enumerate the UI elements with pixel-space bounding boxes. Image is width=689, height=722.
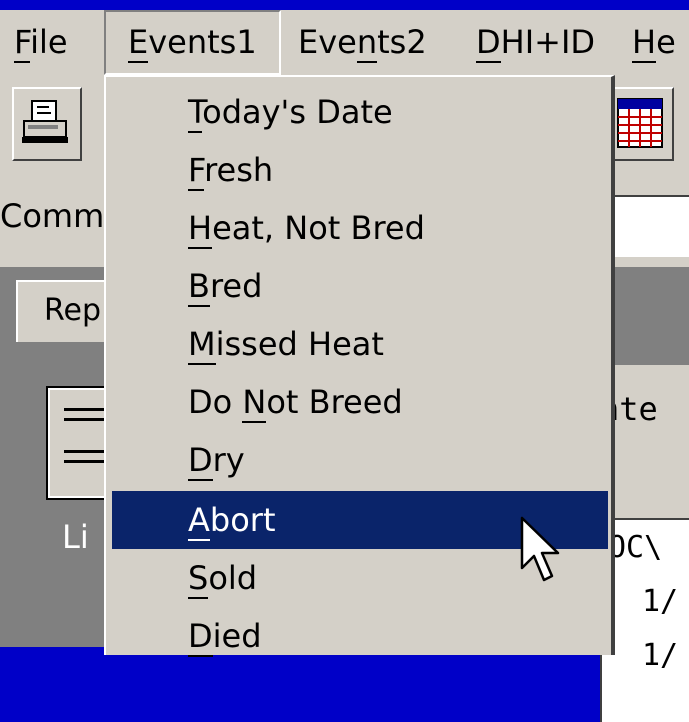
menu-help-hotkey: H xyxy=(632,23,657,63)
menu-events1[interactable]: Events1 xyxy=(104,10,281,75)
menu-events2[interactable]: Events2 xyxy=(298,10,427,75)
command-label: Comm xyxy=(0,197,105,235)
menu-item-heat-not-bred[interactable]: Heat, Not Bred xyxy=(112,199,608,257)
menu-item-text-rest: ied xyxy=(212,617,262,655)
list-report-icon[interactable] xyxy=(46,386,114,500)
listing-row: 1/ xyxy=(642,638,679,673)
menu-item-hotkey: B xyxy=(188,267,210,307)
menu-file-hotkey: F xyxy=(14,23,31,63)
menu-help-text-rest: e xyxy=(656,23,676,61)
menu-item-text-rest: eat, Not Bred xyxy=(212,209,425,247)
menu-help[interactable]: He xyxy=(632,10,676,75)
menu-events1-text-rest: vents1 xyxy=(148,23,257,61)
menu-dhi-id[interactable]: DHI+ID xyxy=(476,10,595,75)
menu-item-text-rest: bort xyxy=(209,501,276,539)
menu-item-hotkey: N xyxy=(242,383,267,423)
menu-item-text-rest: ot Breed xyxy=(266,383,403,421)
mouse-pointer-icon xyxy=(520,516,560,582)
menu-item-text-rest: red xyxy=(209,267,263,305)
calendar-icon xyxy=(617,98,663,148)
path-text: OC\ xyxy=(608,530,663,565)
command-input[interactable] xyxy=(610,195,689,257)
menu-item-hotkey: T xyxy=(188,93,203,133)
menu-dhi-id-hotkey: D xyxy=(476,23,501,63)
menu-events1-hotkey: E xyxy=(128,23,149,63)
menu-bar: File Events1 Events2 DHI+ID He xyxy=(0,10,689,75)
menu-events2-hotkey: n xyxy=(356,23,378,63)
menu-item-text: Do xyxy=(188,383,243,421)
print-button[interactable] xyxy=(12,87,82,161)
menu-events2-text: Eve xyxy=(298,23,357,61)
menu-item-hotkey: S xyxy=(188,559,209,599)
menu-file-text-rest: ile xyxy=(30,23,68,61)
menu-item-hotkey: M xyxy=(188,325,216,365)
menu-item-missed-heat[interactable]: Missed Heat xyxy=(112,315,608,373)
menu-item-text-rest: ry xyxy=(212,441,245,479)
list-report-label: Li xyxy=(62,518,89,556)
menu-item-bred[interactable]: Bred xyxy=(112,257,608,315)
menu-item-fresh[interactable]: Fresh xyxy=(112,141,608,199)
menu-item-todays-date[interactable]: Today's Date xyxy=(112,83,608,141)
menu-dhi-id-text-rest: HI+ID xyxy=(500,23,596,61)
menu-item-hotkey: F xyxy=(188,151,205,191)
printer-icon xyxy=(22,100,68,143)
menu-file[interactable]: File xyxy=(14,10,68,75)
menu-item-text-rest: oday's Date xyxy=(202,93,393,131)
menu-item-dry[interactable]: Dry xyxy=(112,431,608,489)
menu-events2-text-rest: ts2 xyxy=(377,23,427,61)
menu-item-hotkey: D xyxy=(188,441,213,481)
menu-item-died[interactable]: Died xyxy=(112,607,608,665)
menu-item-text-rest: resh xyxy=(204,151,274,189)
menu-item-hotkey: D xyxy=(188,617,213,657)
menu-item-text-rest: issed Heat xyxy=(215,325,384,363)
listing-row: 1/ xyxy=(642,584,679,619)
menu-item-do-not-breed[interactable]: Do Not Breed xyxy=(112,373,608,431)
menu-item-text-rest: old xyxy=(208,559,258,597)
menu-item-hotkey: H xyxy=(188,209,213,249)
menu-item-hotkey: A xyxy=(188,501,210,541)
